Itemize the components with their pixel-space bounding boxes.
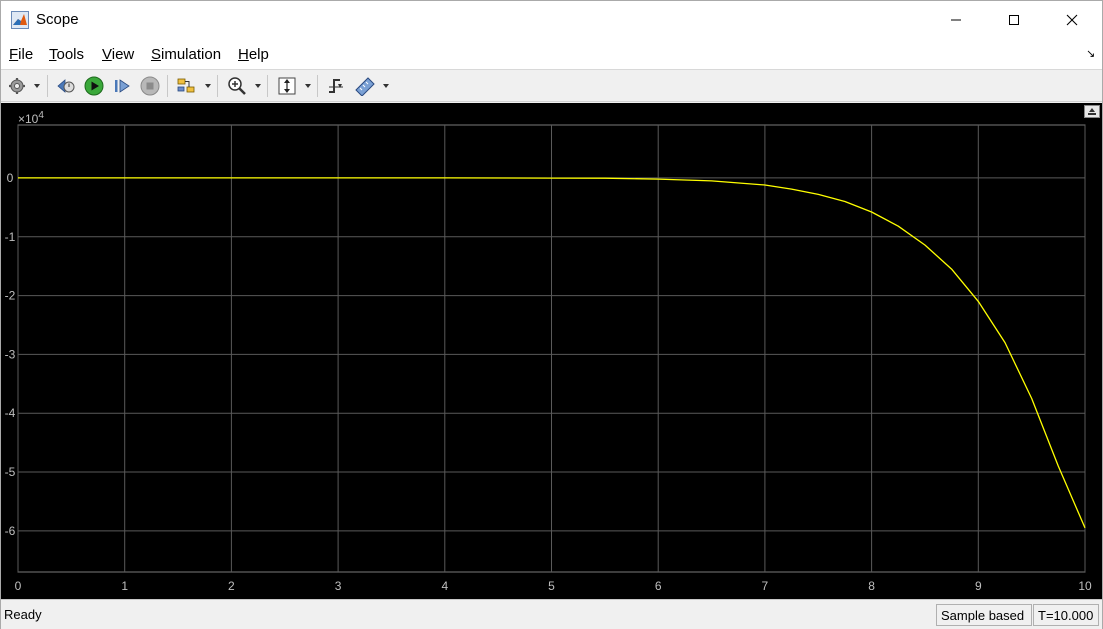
- x-tick-label: 9: [975, 579, 982, 593]
- x-tick-label: 6: [655, 579, 662, 593]
- simulation-time-indicator: T=10.000: [1033, 604, 1099, 626]
- close-icon: [1066, 14, 1078, 26]
- menu-tools[interactable]: Tools: [49, 46, 84, 63]
- configuration-dropdown-arrow[interactable]: [34, 84, 40, 88]
- window-title: Scope: [36, 11, 79, 28]
- title-bar[interactable]: Scope: [1, 1, 1102, 39]
- step-forward-button[interactable]: [111, 74, 133, 98]
- x-tick-label: 5: [548, 579, 555, 593]
- y-exponent-label: ×104: [18, 110, 44, 126]
- toolbar-separator: [267, 75, 268, 97]
- scale-axes-button[interactable]: [275, 74, 299, 98]
- x-tick-label: 2: [228, 579, 235, 593]
- maximize-button[interactable]: [985, 1, 1043, 39]
- measurements-dropdown-arrow[interactable]: [383, 84, 389, 88]
- scale-dropdown-arrow[interactable]: [305, 84, 311, 88]
- menu-help[interactable]: Help: [238, 46, 269, 63]
- x-tick-label: 4: [441, 579, 448, 593]
- y-tick-label: -5: [5, 465, 16, 479]
- x-tick-label: 8: [868, 579, 875, 593]
- status-ready-text: Ready: [4, 607, 42, 622]
- trigger-icon: [329, 79, 343, 93]
- minimize-icon: [951, 19, 961, 21]
- toolbar: [1, 69, 1102, 102]
- minimize-button[interactable]: [927, 1, 985, 39]
- grid-lines: [17, 124, 1086, 573]
- x-tick-label: 7: [762, 579, 769, 593]
- highlight-block-button[interactable]: [175, 74, 199, 98]
- y-tick-label: 0: [7, 171, 14, 185]
- y-tick-label: -6: [5, 524, 16, 538]
- run-button[interactable]: [83, 74, 105, 98]
- ruler-icon: [355, 77, 375, 96]
- block-diagram-icon: [177, 78, 195, 93]
- x-tick-label: 1: [121, 579, 128, 593]
- menu-simulation[interactable]: Simulation: [151, 46, 221, 63]
- play-icon: [84, 76, 104, 96]
- matlab-logo-icon: [11, 11, 29, 29]
- menu-file[interactable]: File: [9, 46, 33, 63]
- menu-bar: File Tools View Simulation Help ↘: [1, 39, 1102, 69]
- y-tick-label: -4: [5, 406, 16, 420]
- zoom-in-button[interactable]: [225, 74, 249, 98]
- x-tick-label: 3: [335, 579, 342, 593]
- triggers-button[interactable]: [324, 74, 348, 98]
- measurements-button[interactable]: [353, 74, 377, 98]
- step-forward-icon: [115, 79, 130, 93]
- menu-view[interactable]: View: [102, 46, 134, 63]
- step-back-icon: [57, 79, 75, 93]
- gear-icon: [9, 78, 25, 94]
- x-tick-label: 10: [1078, 579, 1092, 593]
- scope-window: Scope File Tools View Simulation Help ↘: [0, 0, 1103, 629]
- toolbar-separator: [47, 75, 48, 97]
- toolbar-separator: [317, 75, 318, 97]
- status-bar: Ready Sample based T=10.000: [1, 599, 1102, 629]
- stop-icon: [140, 76, 160, 96]
- y-tick-label: -1: [5, 230, 16, 244]
- step-back-button[interactable]: [55, 74, 77, 98]
- y-tick-label: -2: [5, 289, 16, 303]
- scope-axes[interactable]: 0 1 2 3 4 5 6 7 8 9 10 0 -1 -2 -3 -4 -5 -6 ×104: [1, 103, 1102, 599]
- toolbar-separator: [167, 75, 168, 97]
- configuration-properties-button[interactable]: [7, 74, 27, 98]
- scale-axes-icon: [278, 77, 296, 95]
- zoom-dropdown-arrow[interactable]: [255, 84, 261, 88]
- highlight-dropdown-arrow[interactable]: [205, 84, 211, 88]
- x-tick-label: 0: [15, 579, 22, 593]
- toolbar-separator: [217, 75, 218, 97]
- close-button[interactable]: [1043, 1, 1101, 39]
- stop-button[interactable]: [139, 74, 161, 98]
- sample-mode-indicator: Sample based: [936, 604, 1032, 626]
- dock-arrow-icon[interactable]: ↘: [1086, 47, 1095, 60]
- maximize-icon: [1009, 15, 1019, 25]
- y-tick-label: -3: [5, 347, 16, 361]
- zoom-in-icon: [228, 77, 246, 95]
